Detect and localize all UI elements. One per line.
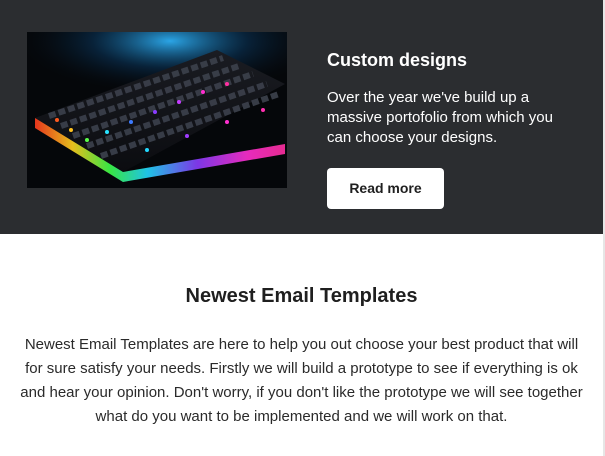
hero-section: Custom designs Over the year we've build…	[0, 0, 603, 234]
section-description: Newest Email Templates are here to help …	[20, 336, 583, 425]
keyboard-image	[27, 32, 287, 188]
hero-description: Over the year we've build up a massive p…	[327, 89, 553, 146]
read-more-button[interactable]: Read more	[327, 168, 444, 209]
hero-title: Custom designs	[327, 50, 468, 70]
section-title: Newest Email Templates	[185, 285, 418, 307]
